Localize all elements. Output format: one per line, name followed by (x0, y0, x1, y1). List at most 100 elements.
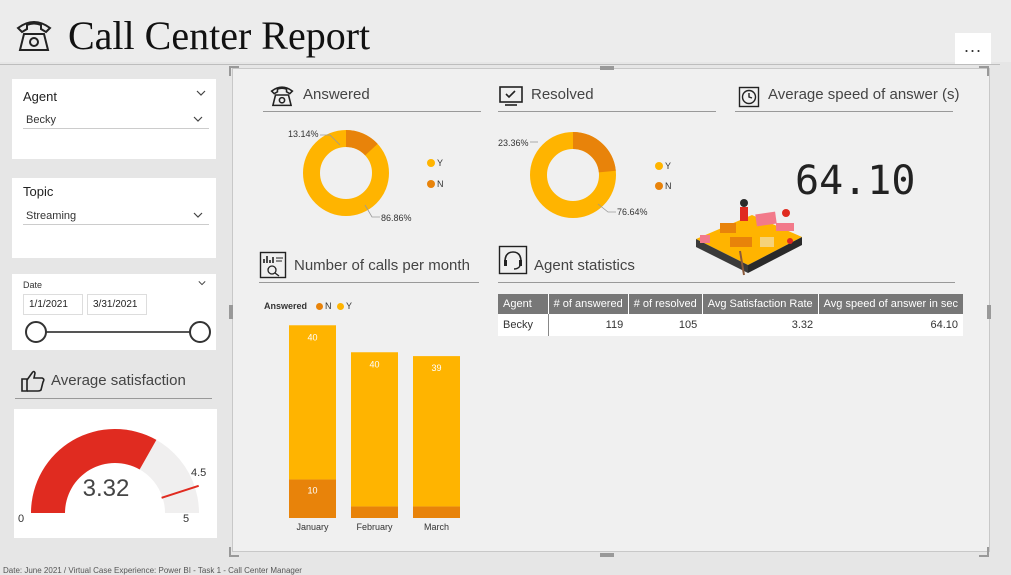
cell-answered: 119 (548, 314, 629, 336)
agent-slicer-title: Agent (23, 89, 57, 104)
legend-n-dot (427, 180, 435, 188)
satisfaction-underline (15, 398, 212, 399)
headset-icon (498, 245, 528, 275)
bar-y-march[interactable] (413, 356, 460, 507)
gauge-max-label: 5 (183, 513, 190, 525)
clock-icon (738, 86, 760, 108)
bar-report-icon (259, 251, 287, 279)
legend-n-label: N (437, 179, 444, 189)
resize-handle[interactable] (600, 66, 614, 70)
data-label: 40 (369, 359, 379, 369)
agent-slicer: Agent Becky (12, 79, 216, 159)
column-header-satisfaction[interactable]: Avg Satisfaction Rate (702, 294, 819, 314)
satisfaction-gauge-card: 3.32 0 5 4.5 (14, 409, 217, 538)
bar-n-march[interactable] (413, 506, 460, 518)
speed-title: Average speed of answer (s) (768, 86, 960, 103)
resize-handle[interactable] (987, 305, 991, 319)
page-title: Call Center Report (68, 13, 371, 58)
footer-note: Date: June 2021 / Virtual Case Experienc… (3, 566, 302, 575)
x-tick-label: March (424, 522, 449, 532)
resize-handle[interactable] (229, 305, 233, 319)
topic-slicer: Topic Streaming (12, 178, 216, 258)
agent-stats-underline (498, 282, 955, 283)
monthly-bar-chart: 10 40 January 40 February 39 March (289, 325, 460, 532)
topic-slicer-title: Topic (23, 184, 54, 199)
date-end-handle[interactable] (189, 321, 211, 343)
header-divider (0, 64, 1000, 65)
speed-underline (735, 111, 953, 112)
end-date-input[interactable]: 3/31/2021 (87, 294, 147, 315)
start-date-input[interactable]: 1/1/2021 (23, 294, 83, 315)
resize-handle[interactable] (229, 555, 239, 557)
legend-y-label: Y (665, 161, 672, 171)
resolved-y-pct: 76.64% (617, 207, 648, 217)
monthly-legend-title: Answered (264, 301, 308, 311)
satisfaction-value: 3.32 (82, 475, 130, 502)
gauge-target-label: 4.5 (191, 467, 207, 479)
answered-leader-lines (320, 134, 380, 218)
satisfaction-title: Average satisfaction (51, 372, 186, 389)
x-tick-label: February (356, 522, 393, 532)
speed-kpi-value: 64.10 (795, 158, 916, 204)
date-start-handle[interactable] (25, 321, 47, 343)
column-header-answered[interactable]: # of answered (548, 294, 629, 314)
chevron-down-icon (193, 116, 203, 122)
answered-n-pct: 13.14% (288, 129, 319, 139)
agent-stats-table: Agent # of answered # of resolved Avg Sa… (498, 294, 963, 336)
data-label: 40 (307, 332, 317, 342)
chevron-down-icon (193, 212, 203, 218)
bar-y-february[interactable] (351, 352, 398, 507)
thumbs-up-icon (21, 370, 45, 392)
topic-dropdown-value: Streaming (26, 210, 77, 222)
agent-stats-title: Agent statistics (534, 257, 635, 274)
date-slicer-title: Date (23, 280, 43, 290)
resize-handle[interactable] (600, 553, 614, 557)
legend-y-label: Y (346, 301, 353, 311)
bar-n-february[interactable] (351, 506, 398, 518)
topic-dropdown[interactable]: Streaming (23, 205, 209, 225)
resolved-n-pct: 23.36% (498, 138, 529, 148)
answered-title: Answered (303, 86, 370, 103)
telephone-icon (16, 21, 52, 51)
resize-handle[interactable] (979, 555, 989, 557)
date-slicer: Date 1/1/2021 3/31/2021 (12, 274, 216, 350)
telephone-icon (270, 86, 294, 107)
table-header-row: Agent # of answered # of resolved Avg Sa… (498, 294, 963, 314)
data-label: 10 (307, 485, 317, 495)
cell-resolved: 105 (628, 314, 703, 336)
legend-n-label: N (325, 301, 332, 311)
chevron-down-icon[interactable] (196, 88, 206, 98)
column-header-speed[interactable]: Avg speed of answer in sec (818, 294, 963, 314)
monitor-check-icon (499, 86, 523, 106)
agent-dropdown[interactable]: Becky (23, 109, 209, 129)
legend-y-label: Y (437, 158, 444, 168)
bar-y-january[interactable] (289, 325, 336, 480)
chevron-down-icon[interactable] (198, 279, 206, 287)
gauge-min-label: 0 (18, 513, 25, 525)
agent-dropdown-value: Becky (26, 114, 56, 126)
column-header-resolved[interactable]: # of resolved (628, 294, 703, 314)
cell-speed: 64.10 (818, 314, 963, 336)
legend-n-label: N (665, 181, 672, 191)
cell-satisfaction: 3.32 (702, 314, 819, 336)
data-label: 39 (431, 363, 441, 373)
resolved-title: Resolved (531, 86, 594, 103)
legend-y-dot (655, 162, 663, 170)
call-center-illustration (696, 199, 802, 276)
table-row: Becky 119 105 3.32 64.10 (498, 314, 963, 336)
monthly-underline (259, 282, 479, 283)
cell-agent: Becky (498, 314, 549, 336)
resize-handle[interactable] (979, 66, 989, 68)
resize-handle[interactable] (229, 66, 239, 68)
x-tick-label: January (296, 522, 329, 532)
column-header-agent[interactable]: Agent (498, 294, 549, 314)
legend-y-dot (427, 159, 435, 167)
date-range-track[interactable] (35, 331, 200, 333)
resolved-underline (498, 111, 716, 112)
legend-y-dot (337, 303, 344, 310)
more-options-button[interactable]: ... (955, 33, 991, 65)
resolved-leader-lines (530, 141, 616, 213)
legend-n-dot (655, 182, 663, 190)
legend-n-dot (316, 303, 323, 310)
answered-underline (263, 111, 481, 112)
